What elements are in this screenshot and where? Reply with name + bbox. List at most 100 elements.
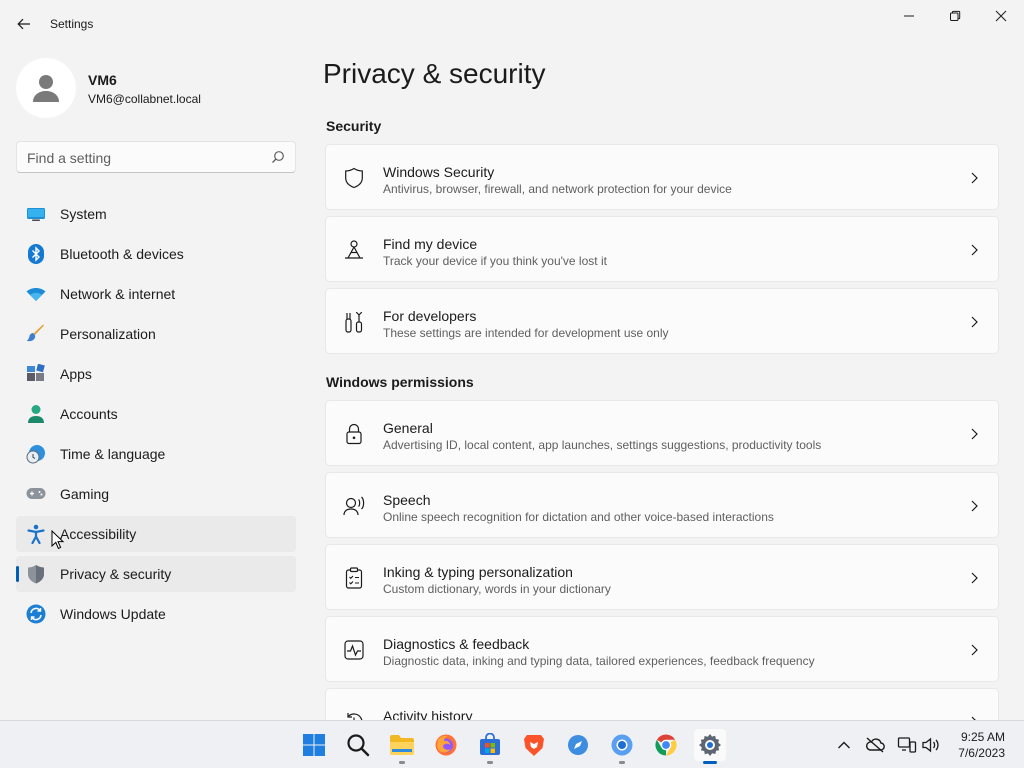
section-title-security: Security (326, 118, 382, 134)
search-icon[interactable] (271, 150, 285, 164)
search-icon (347, 734, 370, 757)
shield-icon (26, 564, 46, 584)
restore-button[interactable] (932, 0, 978, 32)
volume-icon[interactable] (921, 735, 941, 755)
card-title: Windows Security (383, 164, 495, 180)
history-icon (342, 710, 366, 720)
wifi-icon (26, 284, 46, 304)
clock-date: 7/6/2023 (958, 746, 1005, 760)
user-email: VM6@collabnet.local (88, 92, 201, 106)
card-description: Online speech recognition for dictation … (383, 510, 774, 524)
sidebar-item-network-internet[interactable]: Network & internet (16, 276, 296, 312)
sidebar-item-privacy-security[interactable]: Privacy & security (16, 556, 296, 592)
avatar (16, 58, 76, 118)
close-button[interactable] (978, 0, 1024, 32)
taskbar-search-button[interactable] (342, 729, 374, 761)
chevron-right-icon (971, 644, 978, 656)
sidebar-item-windows-update[interactable]: Windows Update (16, 596, 296, 632)
gear-icon (699, 734, 721, 756)
sidebar-item-label: Personalization (60, 326, 156, 342)
chevron-right-icon (971, 500, 978, 512)
sidebar-item-label: Apps (60, 366, 92, 382)
card-windows-security[interactable]: Windows Security Antivirus, browser, fir… (325, 144, 999, 210)
minimize-button[interactable] (886, 0, 932, 32)
person-avatar-icon (33, 75, 59, 102)
search-input[interactable] (27, 148, 267, 168)
taskbar: 9:25 AM 7/6/2023 (0, 720, 1024, 768)
taskbar-chrome[interactable] (650, 729, 682, 761)
card-title: Find my device (383, 236, 478, 252)
card-title: Inking & typing personalization (383, 564, 573, 580)
card-general[interactable]: General Advertising ID, local content, a… (325, 400, 999, 466)
start-button[interactable] (298, 729, 330, 761)
back-button[interactable] (12, 12, 36, 36)
sidebar-item-gaming[interactable]: Gaming (16, 476, 296, 512)
taskbar-settings[interactable] (694, 729, 726, 764)
title-bar: Settings (0, 0, 1024, 48)
windows-logo-icon (303, 734, 325, 756)
taskbar-firefox[interactable] (430, 729, 462, 761)
card-description: Custom dictionary, words in your diction… (383, 582, 611, 596)
sidebar-item-time-language[interactable]: Time & language (16, 436, 296, 472)
card-title: For developers (383, 308, 477, 324)
chevron-right-icon (971, 172, 978, 184)
card-description: Track your device if you think you've lo… (383, 254, 607, 268)
sidebar-nav: System Bluetooth & devices Network & int… (16, 196, 296, 636)
sidebar-item-label: Time & language (60, 446, 166, 462)
mouse-cursor-icon (51, 530, 65, 550)
chevron-right-icon (971, 572, 978, 584)
sidebar-item-label: Accounts (60, 406, 118, 422)
clock-globe-icon (26, 444, 46, 464)
network-icon[interactable] (897, 735, 917, 755)
sidebar-item-bluetooth-devices[interactable]: Bluetooth & devices (16, 236, 296, 272)
card-title: General (383, 420, 433, 436)
taskbar-microsoft-store[interactable] (474, 729, 506, 764)
minimize-icon (904, 15, 914, 17)
taskbar-compass-browser[interactable] (562, 729, 594, 761)
page-title: Privacy & security (323, 58, 546, 89)
diagnostics-icon (342, 638, 366, 662)
running-indicator (487, 761, 493, 764)
taskbar-file-explorer[interactable] (386, 729, 418, 764)
shield-outline-icon (342, 166, 366, 190)
section-title-windows-permissions: Windows permissions (326, 374, 474, 390)
brave-icon (524, 735, 544, 756)
apps-icon (26, 364, 46, 384)
sidebar-item-label: Gaming (60, 486, 110, 502)
app-title: Settings (50, 17, 94, 31)
card-description: These settings are intended for developm… (383, 326, 669, 340)
sidebar-item-label: Bluetooth & devices (60, 246, 184, 262)
chevron-up-icon[interactable] (834, 735, 854, 755)
chromium-icon (611, 734, 633, 756)
clipboard-checklist-icon (342, 566, 366, 590)
system-clock[interactable]: 9:25 AM 7/6/2023 (958, 729, 1005, 761)
onedrive-offline-icon[interactable] (865, 735, 885, 755)
chevron-right-icon (971, 316, 978, 328)
card-inking-typing[interactable]: Inking & typing personalization Custom d… (325, 544, 999, 610)
card-title: Speech (383, 492, 431, 508)
speech-icon (342, 494, 366, 518)
sidebar-item-accounts[interactable]: Accounts (16, 396, 296, 432)
person-icon (26, 404, 46, 424)
taskbar-chromium[interactable] (606, 729, 638, 764)
search-box[interactable] (16, 141, 296, 173)
sidebar-item-personalization[interactable]: Personalization (16, 316, 296, 352)
running-indicator (399, 761, 405, 764)
find-device-icon (342, 238, 366, 262)
update-icon (26, 604, 46, 624)
user-name: VM6 (88, 72, 117, 88)
card-find-my-device[interactable]: Find my device Track your device if you … (325, 216, 999, 282)
sidebar-item-system[interactable]: System (16, 196, 296, 232)
taskbar-brave[interactable] (518, 729, 550, 761)
card-speech[interactable]: Speech Online speech recognition for dic… (325, 472, 999, 538)
firefox-icon (435, 734, 457, 756)
card-for-developers[interactable]: For developers These settings are intend… (325, 288, 999, 354)
running-indicator (619, 761, 625, 764)
restore-icon (950, 10, 961, 21)
sidebar-item-apps[interactable]: Apps (16, 356, 296, 392)
user-profile[interactable]: VM6 VM6@collabnet.local (16, 58, 296, 118)
card-description: Antivirus, browser, firewall, and networ… (383, 182, 732, 196)
card-diagnostics-feedback[interactable]: Diagnostics & feedback Diagnostic data, … (325, 616, 999, 682)
sidebar-item-label: Accessibility (60, 526, 137, 542)
card-activity-history[interactable]: Activity history (325, 688, 999, 720)
